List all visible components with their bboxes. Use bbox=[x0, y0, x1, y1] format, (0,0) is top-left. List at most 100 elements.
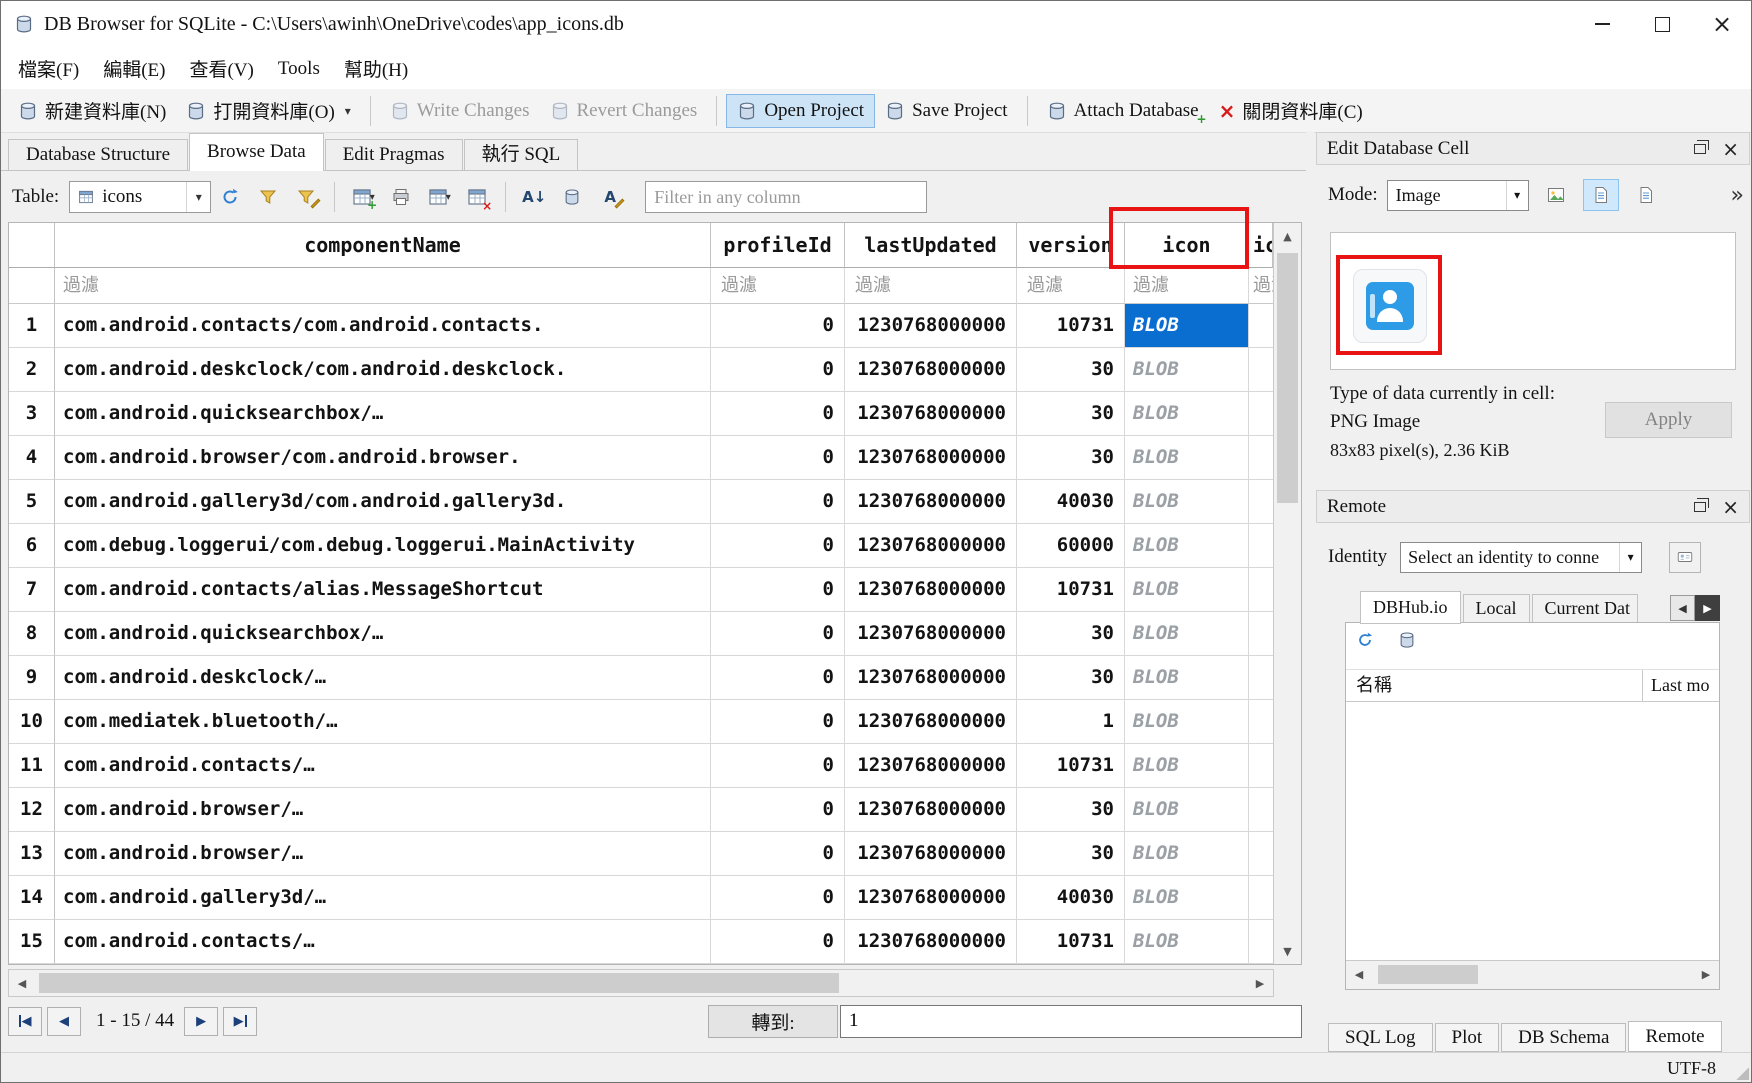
tab-edit-pragmas[interactable]: Edit Pragmas bbox=[325, 139, 463, 170]
cell-profileid[interactable]: 0 bbox=[711, 656, 845, 700]
cell-profileid[interactable]: 0 bbox=[711, 920, 845, 964]
previous-page-button[interactable]: ◀ bbox=[47, 1007, 81, 1036]
vertical-scrollbar-thumb[interactable] bbox=[1277, 253, 1298, 503]
last-page-button[interactable]: ▶ bbox=[223, 1007, 257, 1036]
export-records-button[interactable]: ▾ bbox=[423, 181, 455, 213]
cell-componentname[interactable]: com.android.contacts/… bbox=[55, 920, 711, 964]
row-number[interactable]: 15 bbox=[9, 920, 55, 964]
cell-icon-blob[interactable]: BLOB bbox=[1125, 612, 1249, 656]
cell-profileid[interactable]: 0 bbox=[711, 612, 845, 656]
cell-lastupdated[interactable]: 1230768000000 bbox=[845, 304, 1017, 348]
encoding-indicator[interactable]: UTF-8 bbox=[1667, 1058, 1716, 1079]
remote-scrollbar-thumb[interactable] bbox=[1378, 965, 1478, 984]
row-number[interactable]: 2 bbox=[9, 348, 55, 392]
cell-profileid[interactable]: 0 bbox=[711, 436, 845, 480]
cell-componentname[interactable]: com.mediatek.bluetooth/… bbox=[55, 700, 711, 744]
horizontal-scrollbar-thumb[interactable] bbox=[39, 973, 839, 993]
minimize-button[interactable] bbox=[1572, 0, 1632, 48]
cell-icon-blob[interactable]: BLOB bbox=[1125, 700, 1249, 744]
row-number[interactable]: 13 bbox=[9, 832, 55, 876]
resize-grip-icon[interactable] bbox=[1735, 1066, 1749, 1080]
cell-componentname[interactable]: com.android.quicksearchbox/… bbox=[55, 612, 711, 656]
cell-icon-blob[interactable]: BLOB bbox=[1125, 348, 1249, 392]
cell-componentname[interactable]: com.android.deskclock/… bbox=[55, 656, 711, 700]
row-number[interactable]: 7 bbox=[9, 568, 55, 612]
cell-icon-blob[interactable]: BLOB bbox=[1125, 304, 1249, 348]
new-record-button[interactable]: +▾ bbox=[347, 181, 379, 213]
cell-extra[interactable] bbox=[1249, 480, 1273, 524]
cell-icon-blob[interactable]: BLOB bbox=[1125, 788, 1249, 832]
overflow-chevron-icon[interactable]: » bbox=[1731, 183, 1744, 208]
table-select[interactable]: icons ▾ bbox=[69, 181, 211, 213]
corner-cell[interactable] bbox=[9, 223, 55, 268]
cell-componentname[interactable]: com.android.quicksearchbox/… bbox=[55, 392, 711, 436]
cell-extra[interactable] bbox=[1249, 832, 1273, 876]
cell-extra[interactable] bbox=[1249, 876, 1273, 920]
row-number[interactable]: 6 bbox=[9, 524, 55, 568]
cell-icon-blob[interactable]: BLOB bbox=[1125, 392, 1249, 436]
cell-icon-blob[interactable]: BLOB bbox=[1125, 920, 1249, 964]
cell-componentname[interactable]: com.android.contacts/… bbox=[55, 744, 711, 788]
row-number[interactable]: 5 bbox=[9, 480, 55, 524]
filter-input-icon[interactable]: 過濾 bbox=[1125, 268, 1249, 304]
clone-database-icon[interactable] bbox=[1398, 631, 1416, 649]
cell-version[interactable]: 30 bbox=[1017, 788, 1125, 832]
menu-item-tools[interactable]: Tools bbox=[266, 54, 332, 84]
column-header-partial[interactable]: ic bbox=[1249, 223, 1273, 268]
cell-componentname[interactable]: com.debug.loggerui/com.debug.loggerui.Ma… bbox=[55, 524, 711, 568]
scroll-up-icon[interactable]: ▲ bbox=[1274, 223, 1301, 249]
row-number[interactable]: 4 bbox=[9, 436, 55, 480]
cell-extra[interactable] bbox=[1249, 568, 1273, 612]
cell-icon-blob[interactable]: BLOB bbox=[1125, 568, 1249, 612]
cell-lastupdated[interactable]: 1230768000000 bbox=[845, 612, 1017, 656]
tab-scroll-left-icon[interactable]: ◀ bbox=[1670, 595, 1695, 621]
remote-tab-dbhub[interactable]: DBHub.io bbox=[1360, 591, 1461, 624]
first-page-button[interactable]: ◀ bbox=[8, 1007, 42, 1036]
tab-scroll-right-icon[interactable]: ▶ bbox=[1695, 595, 1720, 621]
cell-version[interactable]: 60000 bbox=[1017, 524, 1125, 568]
menu-item-edit[interactable]: 編輯(E) bbox=[91, 51, 177, 86]
save-project-button[interactable]: Save Project bbox=[875, 95, 1018, 127]
cell-version[interactable]: 10731 bbox=[1017, 744, 1125, 788]
cell-profileid[interactable]: 0 bbox=[711, 568, 845, 612]
cell-lastupdated[interactable]: 1230768000000 bbox=[845, 480, 1017, 524]
remote-horizontal-scrollbar[interactable]: ◀ ▶ bbox=[1346, 960, 1719, 989]
cell-profileid[interactable]: 0 bbox=[711, 876, 845, 920]
cell-extra[interactable] bbox=[1249, 700, 1273, 744]
cell-version[interactable]: 40030 bbox=[1017, 480, 1125, 524]
text-view-button[interactable] bbox=[1583, 179, 1619, 211]
cell-lastupdated[interactable]: 1230768000000 bbox=[845, 920, 1017, 964]
close-database-button[interactable]: × 關閉資料庫(C) bbox=[1209, 92, 1373, 129]
column-header-profileid[interactable]: profileId bbox=[711, 223, 845, 268]
open-project-button[interactable]: Open Project bbox=[726, 94, 875, 128]
column-header-name[interactable]: 名稱 bbox=[1346, 670, 1643, 701]
next-page-button[interactable]: ▶ bbox=[184, 1007, 218, 1036]
write-changes-button[interactable]: Write Changes bbox=[380, 95, 540, 127]
remote-tab-current-database[interactable]: Current Dat bbox=[1532, 594, 1638, 623]
edit-filters-button[interactable] bbox=[290, 181, 322, 213]
cell-lastupdated[interactable]: 1230768000000 bbox=[845, 436, 1017, 480]
cell-profileid[interactable]: 0 bbox=[711, 788, 845, 832]
filter-input-profileid[interactable]: 過濾 bbox=[711, 268, 845, 304]
cell-componentname[interactable]: com.android.contacts/com.android.contact… bbox=[55, 304, 711, 348]
cell-componentname[interactable]: com.android.contacts/alias.MessageShortc… bbox=[55, 568, 711, 612]
cell-extra[interactable] bbox=[1249, 304, 1273, 348]
cell-version[interactable]: 30 bbox=[1017, 392, 1125, 436]
identity-settings-button[interactable] bbox=[1669, 542, 1701, 573]
row-number[interactable]: 3 bbox=[9, 392, 55, 436]
edit-cell-text-button[interactable]: A bbox=[594, 181, 626, 213]
cell-version[interactable]: 1 bbox=[1017, 700, 1125, 744]
scroll-left-icon[interactable]: ◀ bbox=[9, 970, 35, 996]
print-button[interactable] bbox=[385, 181, 417, 213]
row-number[interactable]: 10 bbox=[9, 700, 55, 744]
refresh-icon[interactable] bbox=[1356, 631, 1374, 649]
filter-input-partial[interactable]: 過濾 bbox=[1249, 268, 1273, 304]
tab-browse-data[interactable]: Browse Data bbox=[189, 133, 324, 171]
apply-button[interactable]: Apply bbox=[1605, 402, 1732, 438]
cell-version[interactable]: 10731 bbox=[1017, 568, 1125, 612]
cell-icon-blob[interactable]: BLOB bbox=[1125, 480, 1249, 524]
cell-componentname[interactable]: com.android.gallery3d/com.android.galler… bbox=[55, 480, 711, 524]
cell-componentname[interactable]: com.android.browser/… bbox=[55, 832, 711, 876]
row-number[interactable]: 8 bbox=[9, 612, 55, 656]
new-database-button[interactable]: 新建資料庫(N) bbox=[8, 92, 176, 129]
